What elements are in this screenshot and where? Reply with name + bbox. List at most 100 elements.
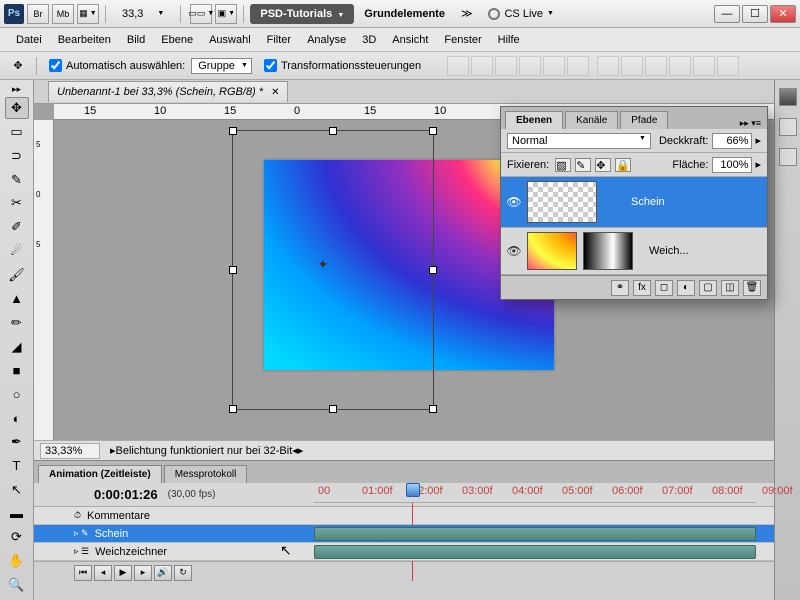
align-bottom-icon[interactable] (495, 56, 517, 76)
lock-position-icon[interactable]: ✥ (595, 158, 611, 172)
audio-button[interactable]: 🔊 (154, 565, 172, 581)
new-layer-icon[interactable]: ◫ (721, 280, 739, 296)
tab-pfade[interactable]: Pfade (620, 111, 668, 129)
transform-bounding-box[interactable]: ✦ (232, 130, 434, 410)
tab-messprotokoll[interactable]: Messprotokoll (164, 465, 248, 483)
adjustment-layer-icon[interactable]: ◐ (677, 280, 695, 296)
pen-tool[interactable]: ✒ (5, 431, 29, 453)
document-tab[interactable]: Unbenannt-1 bei 33,3% (Schein, RGB/8) *✕ (48, 81, 288, 102)
distribute-4-icon[interactable] (669, 56, 691, 76)
arrange-button[interactable]: ▭▭▼ (190, 4, 212, 24)
menu-auswahl[interactable]: Auswahl (201, 30, 259, 50)
crop-tool[interactable]: ✂ (5, 192, 29, 214)
track-bar-schein[interactable] (314, 527, 756, 541)
menu-ansicht[interactable]: Ansicht (384, 30, 436, 50)
stamp-tool[interactable]: ▲ (5, 288, 29, 310)
track-bar-weich[interactable] (314, 545, 756, 559)
history-brush-tool[interactable]: ✏ (5, 312, 29, 334)
bridge-button[interactable]: Br (27, 4, 49, 24)
menu-datei[interactable]: Datei (8, 30, 50, 50)
distribute-5-icon[interactable] (693, 56, 715, 76)
transform-center-icon[interactable]: ✦ (317, 256, 329, 273)
tab-kanaele[interactable]: Kanäle (565, 111, 618, 129)
play-button[interactable]: ▶ (114, 565, 132, 581)
link-layers-icon[interactable]: ⚭ (611, 280, 629, 296)
menu-filter[interactable]: Filter (259, 30, 299, 50)
gradient-tool[interactable]: ■ (5, 359, 29, 381)
layer-mask-icon[interactable]: ◻ (655, 280, 673, 296)
align-vcenter-icon[interactable] (471, 56, 493, 76)
auto-select-dropdown[interactable]: Gruppe▼ (191, 58, 252, 74)
transform-handle[interactable] (329, 405, 337, 413)
layer-name[interactable]: Weich... (649, 245, 689, 257)
opacity-field[interactable]: 66% (712, 133, 752, 149)
transform-handle[interactable] (229, 127, 237, 135)
align-left-icon[interactable] (519, 56, 541, 76)
cs-live-button[interactable]: CS Live▼ (488, 8, 553, 20)
visibility-toggle-icon[interactable]: 👁 (505, 195, 523, 209)
lock-pixels-icon[interactable]: ✎ (575, 158, 591, 172)
blend-mode-dropdown[interactable]: Normal ▼ (507, 133, 651, 149)
minimize-button[interactable]: — (714, 5, 740, 23)
shape-tool[interactable]: ▬ (5, 503, 29, 525)
transform-handle[interactable] (429, 405, 437, 413)
layer-name[interactable]: Schein (631, 196, 665, 208)
type-tool[interactable]: T (5, 455, 29, 477)
path-tool[interactable]: ↖ (5, 479, 29, 501)
group-icon[interactable]: ▢ (699, 280, 717, 296)
layer-weich[interactable]: 👁 Weich... (501, 228, 767, 275)
menu-3d[interactable]: 3D (354, 30, 384, 50)
close-tab-icon[interactable]: ✕ (271, 87, 279, 98)
transform-handle[interactable] (429, 127, 437, 135)
color-panel-icon[interactable] (779, 88, 797, 106)
distribute-2-icon[interactable] (621, 56, 643, 76)
eyedropper-tool[interactable]: ✐ (5, 216, 29, 238)
transform-handle[interactable] (229, 405, 237, 413)
move-tool[interactable]: ✥ (5, 97, 29, 119)
lock-all-icon[interactable]: 🔒 (615, 158, 631, 172)
eraser-tool[interactable]: ◢ (5, 336, 29, 358)
menu-analyse[interactable]: Analyse (299, 30, 354, 50)
quick-select-tool[interactable]: ✎ (5, 169, 29, 191)
layer-mask-thumbnail[interactable] (583, 232, 633, 270)
view-extras-button[interactable]: ▦▼ (77, 4, 99, 24)
timeline-ruler[interactable]: 00 01:00f 02:00f 03:00f 04:00f 05:00f 06… (314, 483, 756, 503)
playhead[interactable] (406, 483, 420, 497)
close-button[interactable]: ✕ (770, 5, 796, 23)
transform-handle[interactable] (429, 266, 437, 274)
zoom-tool[interactable]: 🔍 (5, 574, 29, 596)
zoom-select[interactable]: 33,3▼ (116, 6, 170, 22)
lasso-tool[interactable]: ⊃ (5, 145, 29, 167)
blur-tool[interactable]: ○ (5, 383, 29, 405)
next-frame-button[interactable]: ▸ (134, 565, 152, 581)
transform-controls-checkbox[interactable]: Transformationssteuerungen (264, 59, 421, 72)
distribute-6-icon[interactable] (717, 56, 739, 76)
brush-tool[interactable]: 🖌 (5, 264, 29, 286)
swatches-panel-icon[interactable] (779, 118, 797, 136)
layer-schein[interactable]: 👁 Schein (501, 177, 767, 228)
tab-ebenen[interactable]: Ebenen (505, 111, 563, 129)
layer-thumbnail[interactable] (527, 181, 597, 223)
healing-tool[interactable]: ☄ (5, 240, 29, 262)
menu-hilfe[interactable]: Hilfe (490, 30, 528, 50)
visibility-toggle-icon[interactable]: 👁 (505, 244, 523, 258)
distribute-3-icon[interactable] (645, 56, 667, 76)
layer-thumbnail[interactable] (527, 232, 577, 270)
menu-ebene[interactable]: Ebene (153, 30, 201, 50)
align-top-icon[interactable] (447, 56, 469, 76)
auto-select-checkbox[interactable]: Automatisch auswählen: (49, 59, 185, 72)
transform-handle[interactable] (229, 266, 237, 274)
menu-fenster[interactable]: Fenster (436, 30, 489, 50)
stopwatch-icon[interactable]: ⏱ (74, 510, 81, 521)
transform-handle[interactable] (329, 127, 337, 135)
prev-frame-button[interactable]: ◂ (94, 565, 112, 581)
align-right-icon[interactable] (567, 56, 589, 76)
menu-bearbeiten[interactable]: Bearbeiten (50, 30, 119, 50)
workspace-selector[interactable]: Grundelemente (354, 4, 455, 24)
align-hcenter-icon[interactable] (543, 56, 565, 76)
marquee-tool[interactable]: ▭ (5, 121, 29, 143)
screen-mode-button[interactable]: ▣▼ (215, 4, 237, 24)
delete-layer-icon[interactable]: 🗑 (743, 280, 761, 296)
loop-button[interactable]: ↻ (174, 565, 192, 581)
styles-panel-icon[interactable] (779, 148, 797, 166)
